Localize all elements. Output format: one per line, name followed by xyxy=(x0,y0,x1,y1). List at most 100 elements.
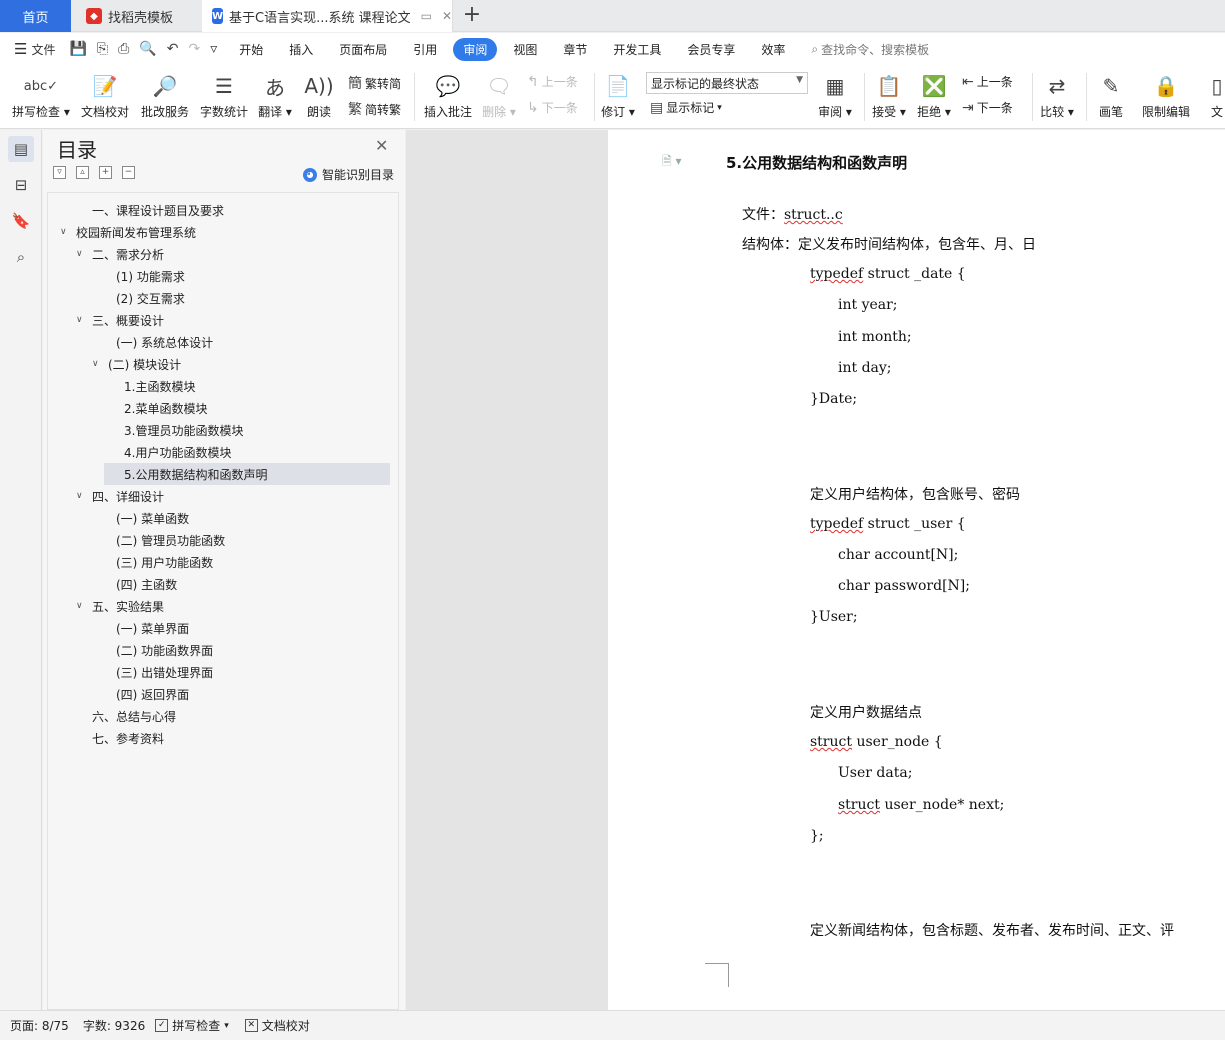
toc-item[interactable]: (1) 功能需求 xyxy=(100,265,185,287)
add-heading-icon[interactable]: + xyxy=(99,166,112,179)
remove-heading-icon[interactable]: − xyxy=(122,166,135,179)
tab-template[interactable]: ◆ 找稻壳模板 xyxy=(74,0,199,32)
user-intro: 定义用户结构体，包含账号、密码 xyxy=(810,487,1020,503)
menu-view[interactable]: 视图 xyxy=(513,41,537,58)
simplified-to-traditional-button[interactable]: 繁 简转繁 xyxy=(348,99,401,119)
revise-service-button[interactable]: 🔎 批改服务 xyxy=(141,71,189,120)
toc-item[interactable]: 一、课程设计题目及要求 xyxy=(76,199,224,221)
menu-section[interactable]: 章节 xyxy=(563,41,587,58)
accept-button[interactable]: 📋 接受 ▾ xyxy=(872,71,906,120)
toc-item[interactable]: (一) 菜单界面 xyxy=(100,617,189,639)
toc-item[interactable]: (二) 功能函数界面 xyxy=(100,639,213,661)
undo-icon[interactable]: ↶ xyxy=(167,41,179,57)
chevron-down-icon[interactable]: ∨ xyxy=(76,249,90,259)
tab-document[interactable]: W 基于C语言实现...系统 课程论文 ▭ ✕ xyxy=(202,0,453,32)
toc-item[interactable]: (一) 菜单函数 xyxy=(100,507,189,529)
delete-comment-button[interactable]: 🗨 删除 ▾ xyxy=(482,71,516,120)
toc-item[interactable]: ∨ (二) 模块设计 xyxy=(92,353,181,375)
collapse-all-icon[interactable]: ▵ xyxy=(76,166,89,179)
chevron-down-icon[interactable]: ∨ xyxy=(76,601,90,611)
doc-proof-status[interactable]: ✕ 文档校对 xyxy=(244,1017,310,1034)
word-count-button[interactable]: ☰ 字数统计 xyxy=(200,71,248,120)
track-changes-button[interactable]: 📄 修订 ▾ xyxy=(601,71,635,120)
next-comment-button[interactable]: ↳ 下一条 xyxy=(527,99,578,116)
new-tab-button[interactable]: + xyxy=(460,2,484,27)
pen-button[interactable]: ✎ 画笔 xyxy=(1094,71,1128,120)
toc-item[interactable]: (2) 交互需求 xyxy=(100,287,185,309)
toc-item[interactable]: 七、参考资料 xyxy=(76,727,164,749)
toc-item[interactable]: (四) 主函数 xyxy=(100,573,177,595)
redo-icon[interactable]: ↷ xyxy=(188,41,200,57)
review-pane-button[interactable]: ▦ 审阅 ▾ xyxy=(818,71,852,120)
doc-rights-button[interactable]: ▯ 文 xyxy=(1200,71,1225,120)
toc-item[interactable]: 六、总结与心得 xyxy=(76,705,176,727)
menu-member[interactable]: 会员专享 xyxy=(687,41,735,58)
smart-toc-button[interactable]: ◕ 智能识别目录 xyxy=(303,166,394,183)
menu-page-layout[interactable]: 页面布局 xyxy=(339,41,387,58)
toc-item[interactable]: (四) 返回界面 xyxy=(100,683,189,705)
print-preview-icon[interactable]: 🔍 xyxy=(139,41,156,57)
menu-references[interactable]: 引用 xyxy=(413,41,437,58)
toc-item[interactable]: (三) 出错处理界面 xyxy=(100,661,213,683)
file-menu[interactable]: ☰ 文件 xyxy=(14,40,55,58)
restrict-edit-label: 限制编辑 xyxy=(1142,105,1191,119)
toc-item[interactable]: ∨ 校园新闻发布管理系统 xyxy=(60,221,196,243)
reject-label: 拒绝 xyxy=(917,105,942,119)
menu-developer[interactable]: 开发工具 xyxy=(613,41,661,58)
command-search[interactable]: ⌕ 查找命令、搜索模板 xyxy=(811,41,929,58)
doc-proof-button[interactable]: 📝 文档校对 xyxy=(81,71,129,120)
find-icon[interactable]: ⌕ xyxy=(8,244,34,270)
export-pdf-icon[interactable]: ⎘ xyxy=(97,41,108,57)
chevron-down-icon[interactable]: ∨ xyxy=(60,227,74,237)
compare-button[interactable]: ⇄ 比较 ▾ xyxy=(1040,71,1074,120)
toc-item-label: 校园新闻发布管理系统 xyxy=(76,225,197,240)
next-change-button[interactable]: ⇥ 下一条 xyxy=(962,99,1013,116)
chevron-down-icon[interactable]: ∨ xyxy=(76,491,90,501)
tab-home[interactable]: 首页 xyxy=(0,0,71,32)
reject-button[interactable]: ❎ 拒绝 ▾ xyxy=(917,71,951,120)
tab-pin-icon[interactable]: ▭ xyxy=(421,9,432,23)
quick-access-dropdown-icon[interactable]: ▿ xyxy=(210,41,217,57)
chevron-down-icon[interactable]: ∨ xyxy=(76,315,90,325)
chapter-nav-icon[interactable]: ⊟ xyxy=(8,172,34,198)
spell-check-status[interactable]: ✓ 拼写检查 ▾ xyxy=(155,1017,229,1034)
translate-button[interactable]: あ 翻译 ▾ xyxy=(258,71,292,120)
prev-comment-button[interactable]: ↰ 上一条 xyxy=(527,73,578,90)
toc-item[interactable]: 3.管理员功能函数模块 xyxy=(108,419,243,441)
close-icon[interactable]: ✕ xyxy=(375,136,388,155)
toc-item[interactable]: (三) 用户功能函数 xyxy=(100,551,213,573)
bookmark-icon[interactable]: 🔖 xyxy=(8,208,34,234)
toc-item[interactable]: ∨ 五、实验结果 xyxy=(76,595,164,617)
tab-close-icon[interactable]: ✕ xyxy=(442,9,452,23)
toc-item-selected[interactable]: 5.公用数据结构和函数声明 xyxy=(104,463,390,485)
read-aloud-button[interactable]: A)) 朗读 xyxy=(302,71,336,120)
menu-insert[interactable]: 插入 xyxy=(289,41,313,58)
toc-panel-icon[interactable]: ▤ xyxy=(8,136,34,162)
toc-item[interactable]: ∨ 二、需求分析 xyxy=(76,243,164,265)
menu-start[interactable]: 开始 xyxy=(239,41,263,58)
insert-comment-button[interactable]: 💬 插入批注 xyxy=(424,71,472,120)
expand-all-icon[interactable]: ▿ xyxy=(53,166,66,179)
toc-item[interactable]: ∨ 三、概要设计 xyxy=(76,309,164,331)
menu-review[interactable]: 审阅 xyxy=(453,37,498,61)
display-mode-select[interactable]: 显示标记的最终状态 ▼ xyxy=(646,72,808,94)
spell-check-button[interactable]: abc✓ 拼写检查 ▾ xyxy=(12,71,70,120)
prev-change-button[interactable]: ⇤ 上一条 xyxy=(962,73,1013,90)
toc-item[interactable]: 1.主函数模块 xyxy=(108,375,195,397)
word-count-indicator[interactable]: 字数: 9326 xyxy=(83,1017,145,1034)
menu-efficiency[interactable]: 效率 xyxy=(761,41,785,58)
restrict-edit-button[interactable]: 🔒 限制编辑 xyxy=(1142,71,1190,120)
toc-item[interactable]: (二) 管理员功能函数 xyxy=(100,529,225,551)
paragraph-menu-icon[interactable]: 🗎 ▾ xyxy=(662,152,682,173)
traditional-to-simplified-button[interactable]: 簡 繁转简 xyxy=(348,73,401,93)
toc-item[interactable]: ∨ 四、详细设计 xyxy=(76,485,164,507)
print-icon[interactable]: ⎙ xyxy=(118,41,129,57)
toc-item[interactable]: 4.用户功能函数模块 xyxy=(108,441,231,463)
show-markup-button[interactable]: ▤ 显示标记 ▾ xyxy=(650,99,722,116)
toc-item[interactable]: (一) 系统总体设计 xyxy=(100,331,213,353)
page-indicator[interactable]: 页面: 8/75 xyxy=(10,1017,69,1034)
chevron-down-icon[interactable]: ∨ xyxy=(92,359,106,369)
save-icon[interactable]: 💾 xyxy=(69,41,86,57)
document-page[interactable]: 🗎 ▾ 5.公用数据结构和函数声明 文件：struct..c 结构体：定义发布时… xyxy=(608,130,1225,1010)
toc-item[interactable]: 2.菜单函数模块 xyxy=(108,397,207,419)
